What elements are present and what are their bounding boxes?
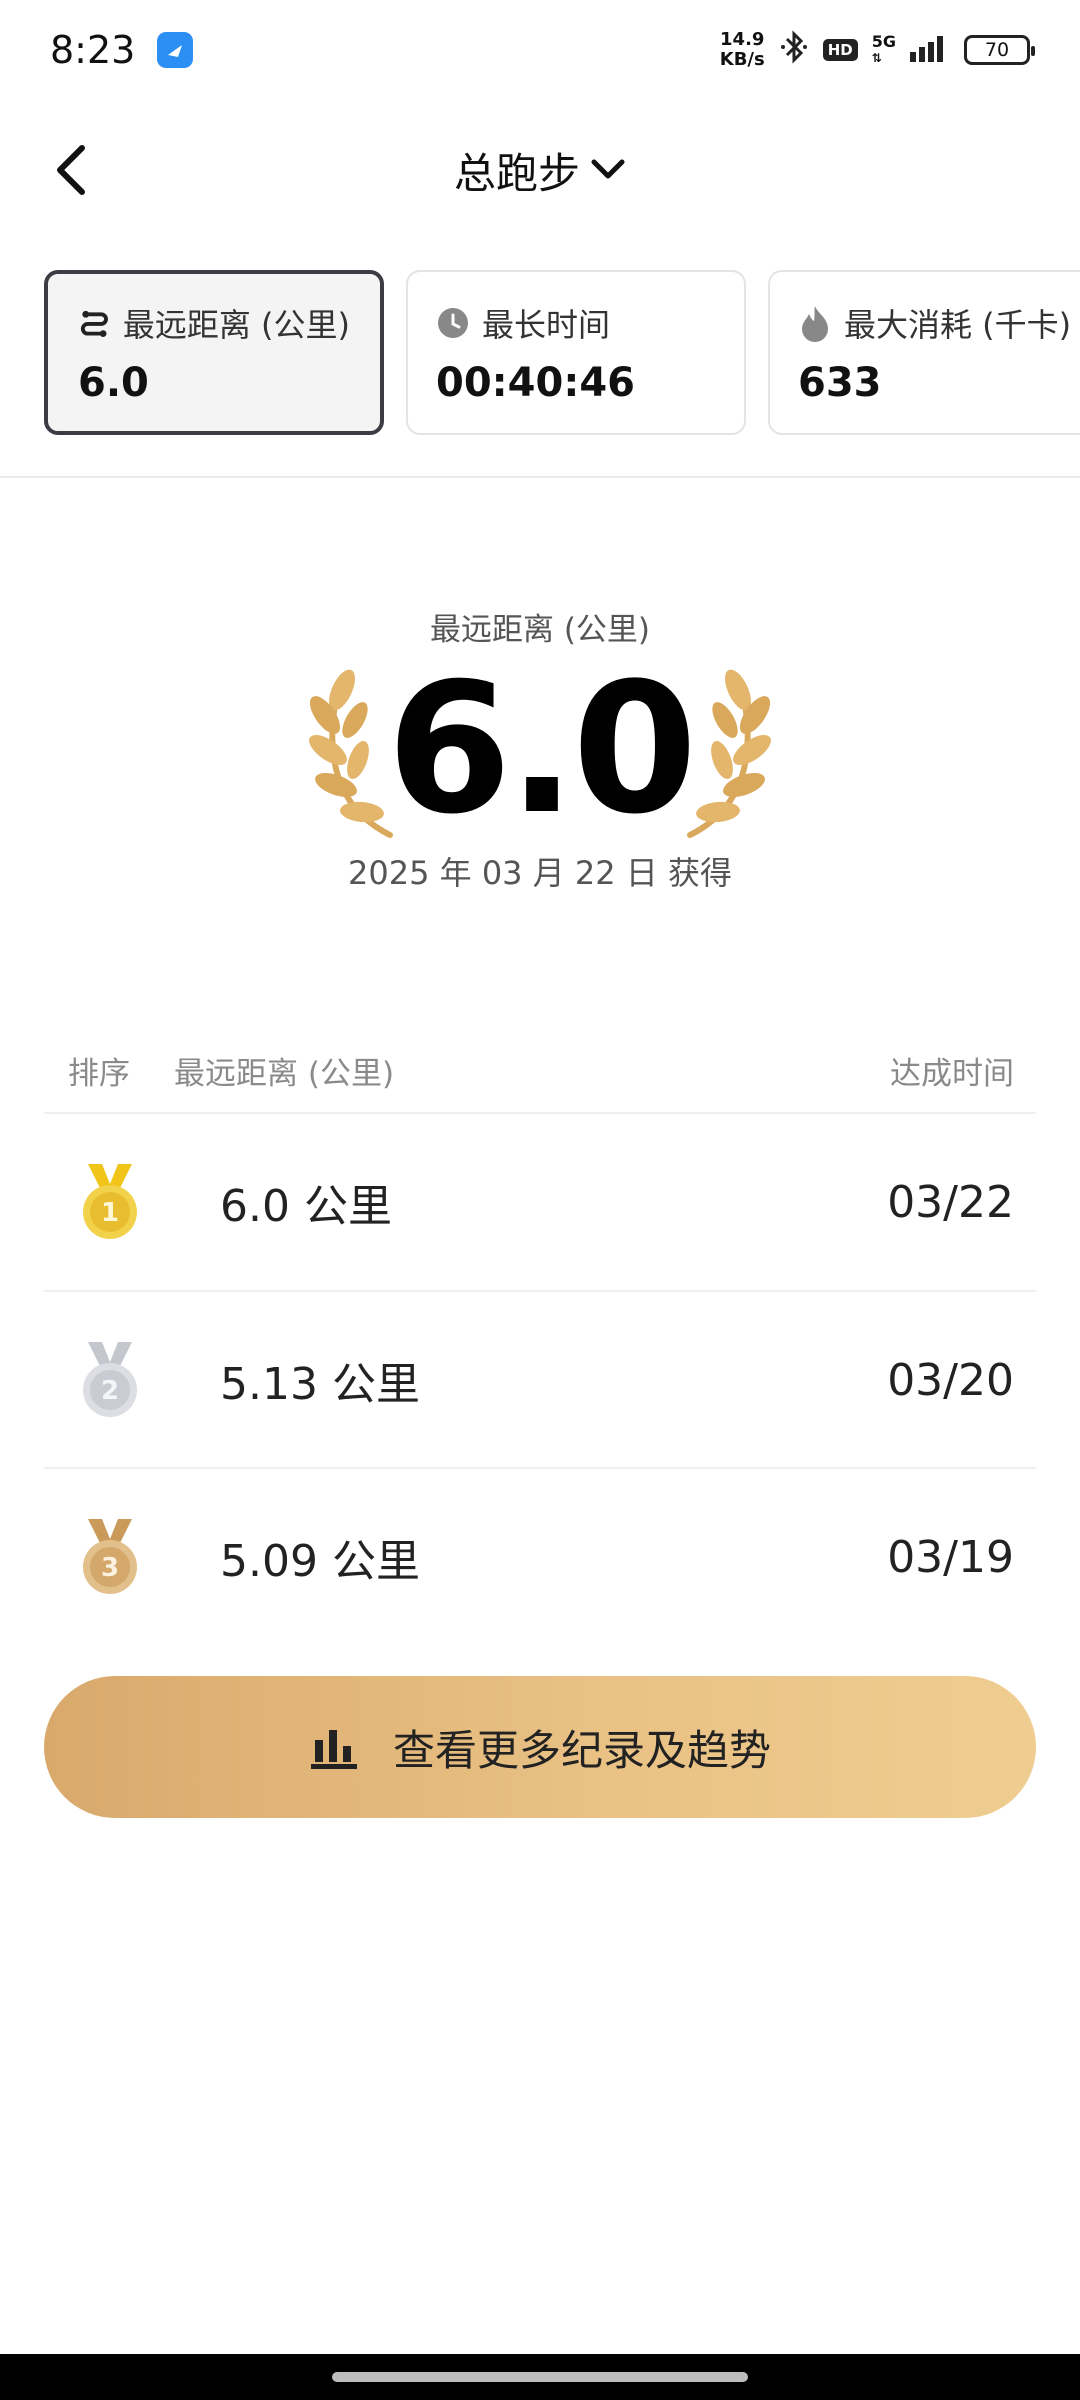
cta-label: 查看更多纪录及趋势 [392,1725,771,1775]
hero-record-value: 6.0 [386,645,698,854]
table-row: 3 5.09 公里 03/19 [44,1469,1036,1645]
status-right: 14.9 KB/s HD 5G ⇅ 70 [720,30,1035,70]
status-left: 8:23 [50,28,194,72]
tab-max-calories[interactable]: 最大消耗 (千卡) 633 [768,270,1080,435]
row-date: 03/19 [887,1531,1014,1583]
row-distance: 5.09 公里 [220,1536,420,1587]
gold-medal-icon: 1 [83,1164,137,1239]
tab-longest-distance[interactable]: 最远距离 (公里) 6.0 [44,270,384,435]
table-header: 排序 最远距离 (公里) 达成时间 [44,1030,1036,1110]
row-date: 03/20 [887,1354,1014,1406]
view-more-records-button[interactable]: 查看更多纪录及趋势 [44,1676,1036,1818]
row-distance: 5.13 公里 [220,1359,420,1410]
table-row: 2 5.13 公里 03/20 [44,1292,1036,1468]
chevron-down-icon [591,159,625,179]
back-button[interactable] [40,140,100,200]
signal-icon [910,32,950,68]
header: 总跑步 [0,110,1080,230]
tab-label-text: 最大消耗 (千卡) [844,306,1072,344]
route-icon [80,310,108,338]
table-row: 1 6.0 公里 03/22 [44,1114,1036,1290]
net-speed: 14.9 KB/s [720,30,765,70]
row-date: 03/22 [887,1176,1014,1228]
row-distance: 6.0 公里 [220,1181,392,1232]
silver-medal-icon: 2 [83,1342,137,1417]
medal-rank: 2 [101,1376,119,1406]
sport-type-selector[interactable]: 总跑步 [454,140,626,201]
net-speed-value: 14.9 [720,29,765,50]
hero-label: 最远距离 (公里) [429,612,651,648]
hd-badge: HD [822,39,858,61]
battery-indicator: 70 [964,35,1035,65]
medal-rank: 3 [101,1553,119,1583]
tab-label-text: 最长时间 [482,306,611,344]
tab-longest-time[interactable]: 最长时间 00:40:46 [406,270,746,435]
tab-value: 6.0 [78,360,149,406]
header-rank: 排序 [68,1055,130,1092]
tab-label: 最长时间 [436,300,716,346]
status-time: 8:23 [50,28,136,72]
medal-rank: 1 [101,1198,119,1228]
tab-value: 633 [798,360,882,406]
chevron-left-icon [57,145,85,195]
data-arrows-icon: ⇅ [871,51,882,65]
header-distance: 最远距离 (公里) [174,1055,395,1092]
network-label: 5G [871,32,896,51]
tab-label-text: 最远距离 (公里) [122,306,350,344]
hero-achieved-date: 2025 年 03 月 22 日 获得 [348,854,732,892]
flame-icon [802,306,828,342]
divider [0,476,1080,478]
record-tabs: 最远距离 (公里) 6.0 最长时间 00:40:46 最大消耗 (千卡) 63… [44,270,1080,435]
bluetooth-icon [779,30,809,70]
clock-icon [438,308,468,338]
tab-label: 最远距离 (公里) [78,300,350,346]
app-notification-icon [157,32,194,68]
page-title: 总跑步 [453,148,580,198]
net-speed-unit: KB/s [719,49,765,70]
tab-label: 最大消耗 (千卡) [798,300,1078,346]
header-time: 达成时间 [890,1055,1014,1092]
tab-value: 00:40:46 [436,360,635,406]
network-type: 5G ⇅ [872,34,896,66]
bronze-medal-icon: 3 [83,1519,137,1594]
bar-chart-icon [310,1730,357,1769]
home-indicator[interactable] [332,2372,748,2382]
status-bar: 8:23 14.9 KB/s HD 5G ⇅ 70 [0,0,1080,100]
